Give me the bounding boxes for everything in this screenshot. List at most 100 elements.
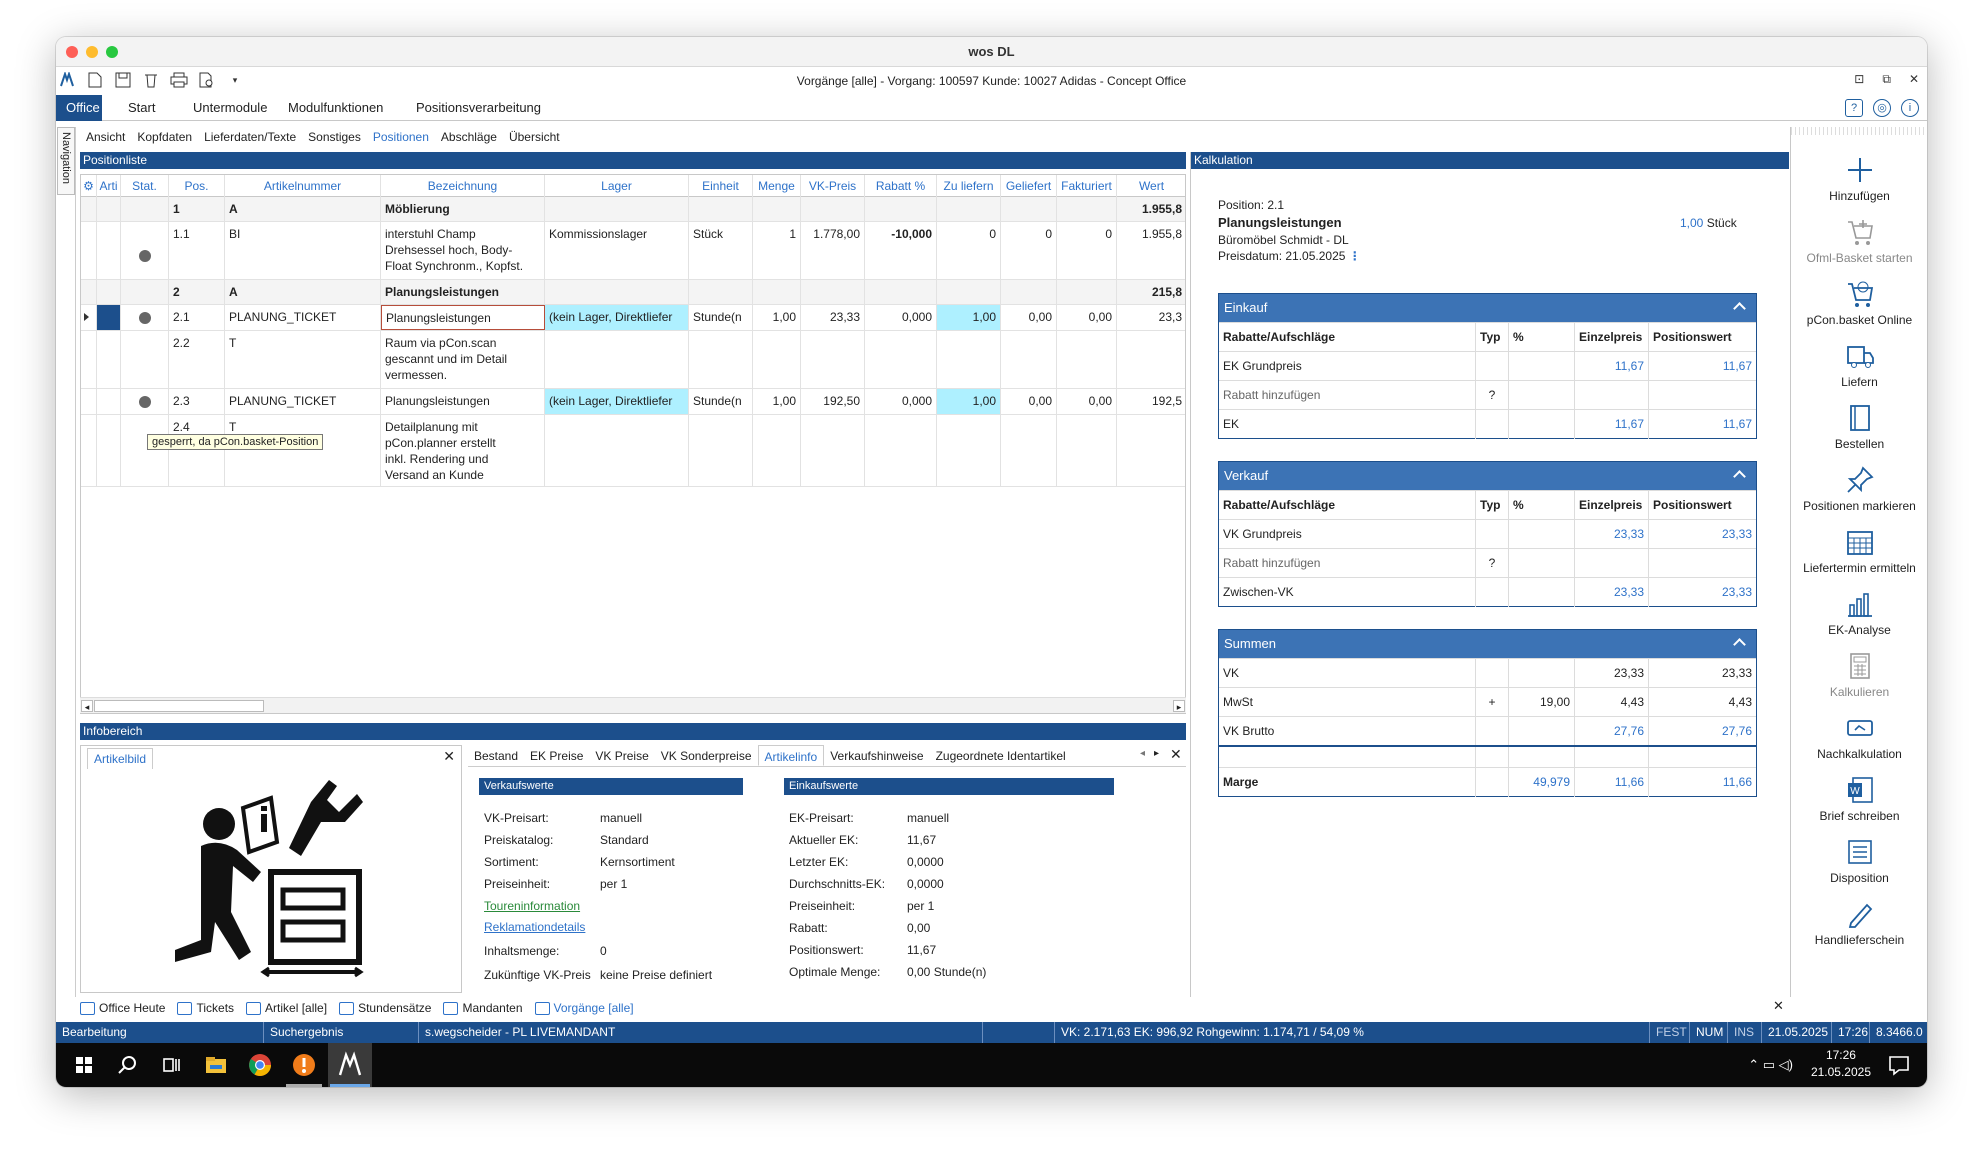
close-icon[interactable]: ✕ — [1909, 72, 1919, 87]
orange-app-icon[interactable] — [290, 1051, 318, 1079]
einkauf-header[interactable]: Einkauf — [1219, 294, 1756, 322]
globe-icon[interactable]: ◎ — [1873, 99, 1891, 117]
nav-mandanten[interactable]: Mandanten — [443, 1001, 523, 1015]
concept-office-taskbar-icon[interactable] — [336, 1051, 364, 1079]
subtab-kopfdaten[interactable]: Kopfdaten — [131, 127, 198, 149]
tab-start[interactable]: Start — [118, 95, 165, 121]
tab-ek-preise[interactable]: EK Preise — [524, 745, 589, 766]
col-pos[interactable]: Pos. — [169, 175, 225, 197]
tab-positionsverarbeitung[interactable]: Positionsverarbeitung — [406, 95, 551, 121]
tab-artikelbild[interactable]: Artikelbild — [87, 748, 154, 769]
ek-total-row[interactable]: EK 11,67 11,67 — [1219, 409, 1756, 439]
search-icon[interactable] — [114, 1051, 142, 1079]
subtab-positionen[interactable]: Positionen — [367, 127, 435, 149]
tab-zugeordnete-identartikel[interactable]: Zugeordnete Identartikel — [930, 745, 1072, 766]
tab-scroll-left-icon[interactable]: ◂ — [1140, 748, 1145, 759]
zwischen-vk-row[interactable]: Zwischen-VK 23,33 23,33 — [1219, 577, 1756, 607]
close-info-tabs-icon[interactable]: ✕ — [1170, 746, 1182, 763]
table-row[interactable]: 1.1 BI interstuhl Champ Drehsessel hoch,… — [81, 222, 1185, 280]
restore-icon[interactable]: ⧉ — [1882, 72, 1891, 87]
cell-bezeichnung-active[interactable]: Planungsleistungen — [381, 305, 545, 330]
tab-verkaufshinweise[interactable]: Verkaufshinweise — [824, 745, 929, 766]
col-arti[interactable]: Arti — [97, 175, 121, 197]
col-fakturiert[interactable]: Fakturiert — [1057, 175, 1117, 197]
subtab-lieferdaten[interactable]: Lieferdaten/Texte — [198, 127, 302, 149]
col-rabatt[interactable]: Rabatt % — [865, 175, 937, 197]
table-row-selected[interactable]: 2.1 PLANUNG_TICKET Planungsleistungen (k… — [81, 305, 1185, 331]
ek-grundpreis-row[interactable]: EK Grundpreis 11,67 11,67 — [1219, 351, 1756, 381]
tab-scroll-right-icon[interactable]: ▸ — [1154, 748, 1159, 759]
toolbar-grip[interactable] — [1791, 127, 1927, 135]
hinzufuegen-button[interactable]: Hinzufügen — [1791, 155, 1927, 203]
chrome-icon[interactable] — [246, 1051, 274, 1079]
table-row[interactable]: 2.3 PLANUNG_TICKET Planungsleistungen (k… — [81, 389, 1185, 415]
nav-tickets[interactable]: Tickets — [177, 1001, 234, 1015]
liefertermin-ermitteln-button[interactable]: Liefertermin ermitteln — [1791, 527, 1927, 575]
table-row[interactable]: 2.4 T Detailplanung mit pCon.planner ers… — [81, 415, 1185, 487]
grid-horizontal-scrollbar[interactable]: ◂ ▸ — [80, 697, 1186, 713]
disposition-button[interactable]: Disposition — [1791, 837, 1927, 885]
info-icon[interactable]: i — [1901, 99, 1919, 117]
col-zu-liefern[interactable]: Zu liefern — [937, 175, 1001, 197]
bestellen-button[interactable]: Bestellen — [1791, 403, 1927, 451]
scrollbar-thumb[interactable] — [94, 700, 264, 712]
tab-bestand[interactable]: Bestand — [468, 745, 524, 766]
scroll-left-icon[interactable]: ◂ — [81, 700, 93, 712]
col-stat[interactable]: Stat. — [121, 175, 169, 197]
subtab-sonstiges[interactable]: Sonstiges — [302, 127, 367, 149]
nachkalkulation-button[interactable]: Nachkalkulation — [1791, 713, 1927, 761]
taskbar-clock[interactable]: 17:26 21.05.2025 — [1811, 1047, 1871, 1081]
verkauf-header[interactable]: Verkauf — [1219, 462, 1756, 490]
subtab-uebersicht[interactable]: Übersicht — [503, 127, 566, 149]
collapse-chevron-icon[interactable] — [1733, 470, 1746, 483]
col-artikelnummer[interactable]: Artikelnummer — [225, 175, 381, 197]
tab-vk-preise[interactable]: VK Preise — [589, 745, 654, 766]
table-row[interactable]: 2 A Planungsleistungen 215,8 — [81, 280, 1185, 305]
nav-vorgaenge[interactable]: Vorgänge [alle] — [534, 1001, 634, 1015]
col-bezeichnung[interactable]: Bezeichnung — [381, 175, 545, 197]
ek-rabatt-hinzufuegen-row[interactable]: Rabatt hinzufügen ? — [1219, 380, 1756, 410]
restore-layout-icon[interactable]: ⊡ — [1854, 72, 1864, 87]
windows-start-icon[interactable] — [70, 1051, 98, 1079]
col-geliefert[interactable]: Geliefert — [1001, 175, 1057, 197]
tab-office[interactable]: Office — [56, 95, 102, 121]
close-bottom-nav-icon[interactable]: ✕ — [1773, 998, 1784, 1014]
pcon-basket-online-button[interactable]: pCon.basket Online — [1791, 279, 1927, 327]
subtab-ansicht[interactable]: Ansicht — [80, 127, 131, 149]
table-row[interactable]: 1 A Möblierung 1.955,8 — [81, 197, 1185, 222]
brief-schreiben-button[interactable]: W Brief schreiben — [1791, 775, 1927, 823]
col-wert[interactable]: Wert — [1117, 175, 1185, 197]
help-icon[interactable]: ? — [1845, 99, 1863, 117]
navigation-tab[interactable]: Navigation — [57, 127, 75, 195]
handlieferschein-button[interactable]: Handlieferschein — [1791, 899, 1927, 947]
tray-icons[interactable]: ⌃ ▭ ◁) — [1748, 1057, 1793, 1073]
tab-untermodule[interactable]: Untermodule — [183, 95, 277, 121]
tab-vk-sonderpreise[interactable]: VK Sonderpreise — [655, 745, 758, 766]
subtab-abschlaege[interactable]: Abschläge — [435, 127, 503, 149]
nav-artikel[interactable]: Artikel [alle] — [246, 1001, 327, 1015]
col-menge[interactable]: Menge — [753, 175, 801, 197]
ofml-basket-starten-button[interactable]: Ofml-Basket starten — [1791, 217, 1927, 265]
notifications-icon[interactable] — [1885, 1051, 1913, 1079]
tab-artikelinfo[interactable]: Artikelinfo — [757, 745, 825, 766]
kalkulieren-button[interactable]: Kalkulieren — [1791, 651, 1927, 699]
more-options-icon[interactable]: ⋮ — [1349, 249, 1361, 263]
col-lager[interactable]: Lager — [545, 175, 689, 197]
vk-rabatt-hinzufuegen-row[interactable]: Rabatt hinzufügen ? — [1219, 548, 1756, 578]
collapse-chevron-icon[interactable] — [1733, 302, 1746, 315]
collapse-chevron-icon[interactable] — [1733, 638, 1746, 651]
table-row[interactable]: 2.2 T Raum via pCon.scan gescannt und im… — [81, 331, 1185, 389]
col-einheit[interactable]: Einheit — [689, 175, 753, 197]
toureninformation-link[interactable]: Toureninformation — [484, 899, 580, 913]
liefern-button[interactable]: Liefern — [1791, 341, 1927, 389]
tab-modulfunktionen[interactable]: Modulfunktionen — [278, 95, 393, 121]
scroll-right-icon[interactable]: ▸ — [1173, 700, 1185, 712]
nav-stundensaetze[interactable]: Stundensätze — [339, 1001, 431, 1015]
ek-analyse-button[interactable]: EK-Analyse — [1791, 589, 1927, 637]
close-artikelbild-icon[interactable]: ✕ — [443, 748, 455, 765]
grid-settings-icon[interactable]: ⚙ — [81, 175, 97, 197]
col-vk-preis[interactable]: VK-Preis — [801, 175, 865, 197]
vk-grundpreis-row[interactable]: VK Grundpreis 23,33 23,33 — [1219, 519, 1756, 549]
nav-office-heute[interactable]: Office Heute — [80, 1001, 165, 1015]
positionen-markieren-button[interactable]: Positionen markieren — [1791, 465, 1927, 513]
